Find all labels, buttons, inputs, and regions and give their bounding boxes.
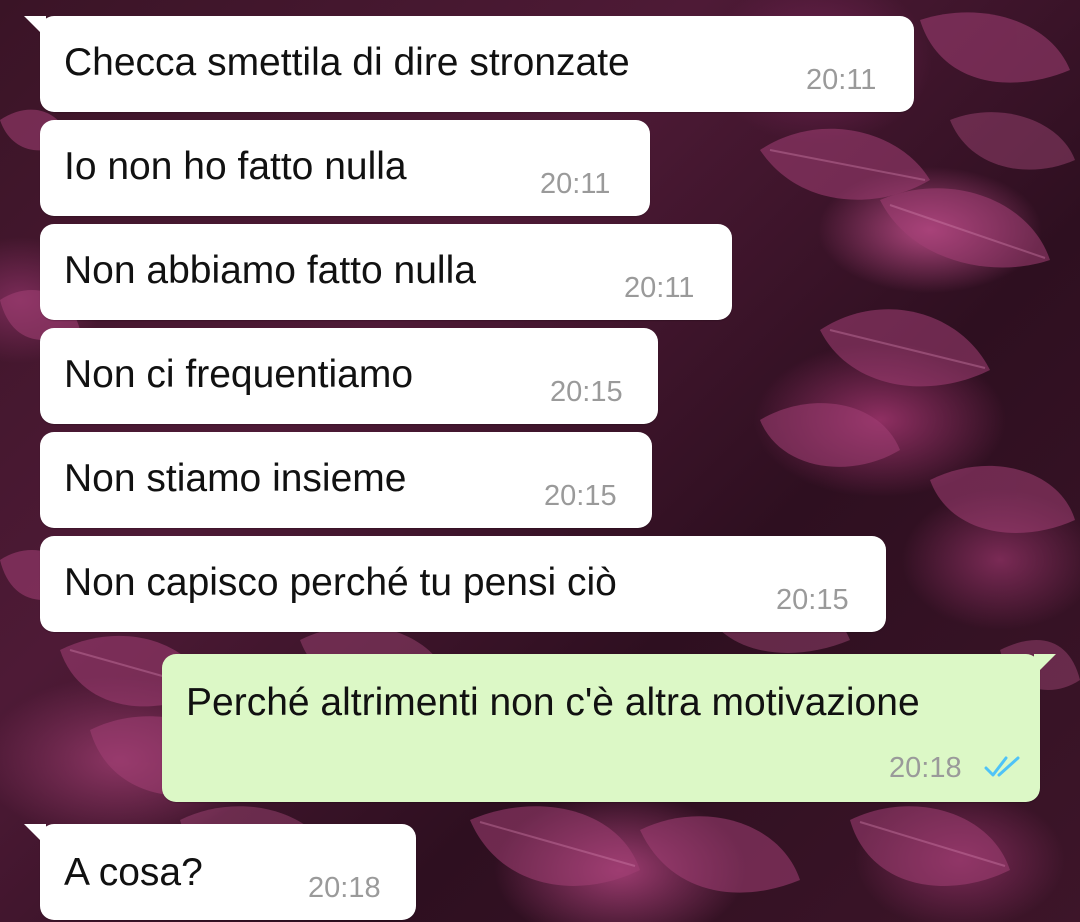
message-timestamp: 20:11 <box>624 272 695 304</box>
double-check-icon <box>984 756 1020 777</box>
message-timestamp: 20:15 <box>544 480 617 512</box>
bubble-tail <box>24 16 46 38</box>
message-text: A cosa? <box>64 851 203 894</box>
message-text: Non capisco perché tu pensi ciò <box>64 561 617 604</box>
message-text: Perché altrimenti non c'è altra motivazi… <box>186 681 920 724</box>
message-timestamp: 20:11 <box>806 64 877 96</box>
incoming-message[interactable]: Io non ho fatto nulla 20:11 <box>40 120 650 216</box>
incoming-message[interactable]: Non abbiamo fatto nulla 20:11 <box>40 224 732 320</box>
message-timestamp: 20:15 <box>550 376 623 408</box>
incoming-message[interactable]: Non ci frequentiamo 20:15 <box>40 328 658 424</box>
message-text: Non abbiamo fatto nulla <box>64 249 476 292</box>
incoming-message[interactable]: Non stiamo insieme 20:15 <box>40 432 652 528</box>
bubble-tail <box>24 824 46 846</box>
message-timestamp: 20:18 <box>889 752 962 784</box>
incoming-message[interactable]: Checca smettila di dire stronzate 20:11 <box>24 16 914 112</box>
message-text: Io non ho fatto nulla <box>64 145 407 188</box>
message-text: Non ci frequentiamo <box>64 353 414 396</box>
incoming-message[interactable]: A cosa? 20:18 <box>24 824 416 920</box>
message-timestamp: 20:18 <box>308 872 381 904</box>
bubble-tail <box>1034 654 1056 676</box>
outgoing-message[interactable]: Perché altrimenti non c'è altra motivazi… <box>162 654 1056 802</box>
message-timestamp: 20:11 <box>540 168 611 200</box>
message-text: Checca smettila di dire stronzate <box>64 41 630 84</box>
message-text: Non stiamo insieme <box>64 457 407 500</box>
message-timestamp: 20:15 <box>776 584 849 616</box>
incoming-message[interactable]: Non capisco perché tu pensi ciò 20:15 <box>40 536 886 632</box>
